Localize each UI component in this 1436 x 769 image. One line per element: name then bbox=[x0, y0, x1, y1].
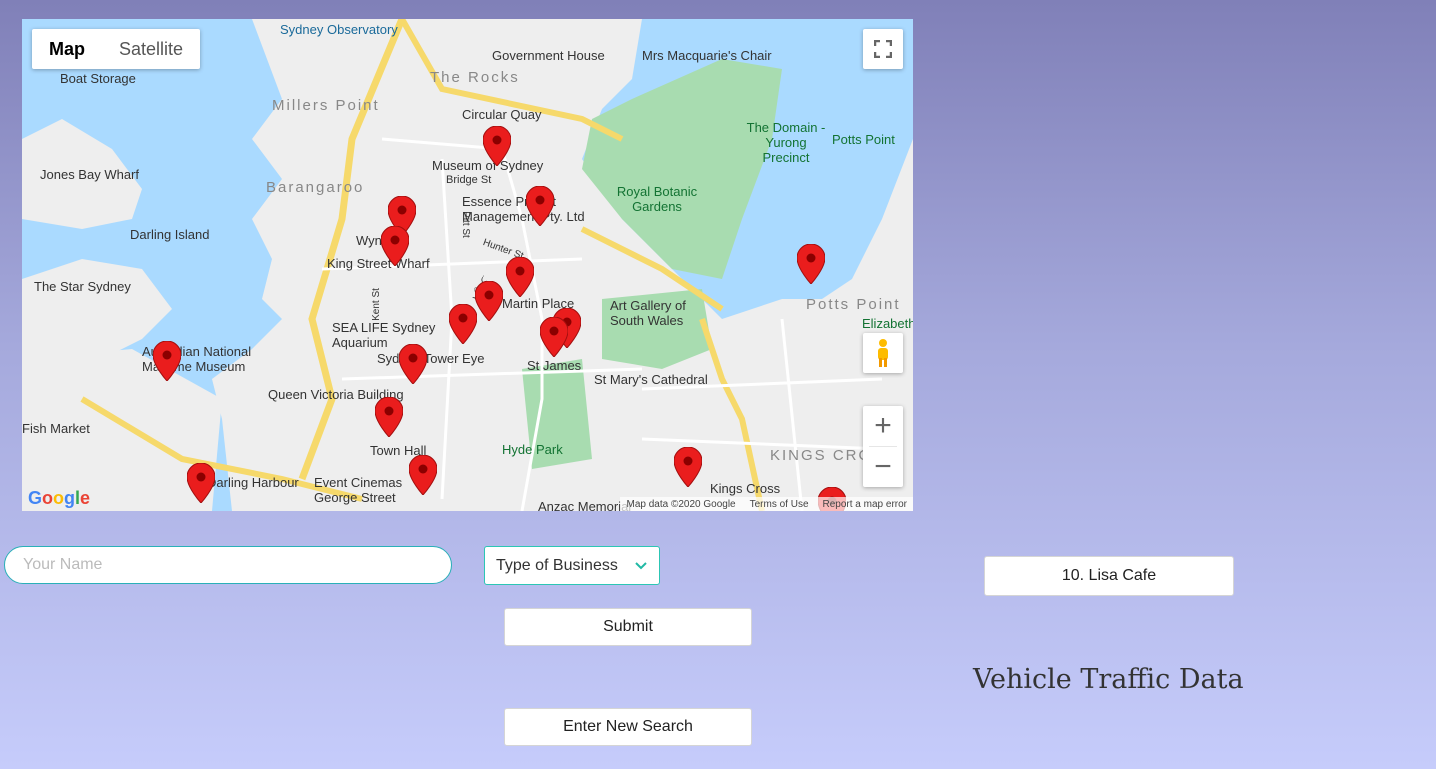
marker-pin[interactable] bbox=[380, 225, 410, 267]
map-label-mrs-macquaries-chair: Mrs Macquarie's Chair bbox=[642, 48, 772, 63]
map-label-millers-point: Millers Point bbox=[272, 97, 380, 114]
map-label-royal-botanic-gardens: Royal Botanic Gardens bbox=[616, 184, 698, 214]
google-logo: Google bbox=[28, 488, 91, 508]
submit-button[interactable]: Submit bbox=[504, 608, 752, 646]
zoom-in-button[interactable]: + bbox=[863, 406, 903, 446]
map-label-darling-harbour: Darling Harbour bbox=[207, 475, 299, 490]
map-label-potts-point: Potts Point bbox=[832, 132, 895, 147]
map-label-anzac-memorial: Anzac Memorial bbox=[538, 499, 632, 511]
map-label-potts-point-area: Potts Point bbox=[806, 296, 901, 313]
marker-pin[interactable] bbox=[796, 243, 826, 285]
map-label-barangaroo: Barangaroo bbox=[266, 179, 365, 196]
map-label-kings-cross: Kings Cross bbox=[710, 481, 781, 496]
map-label-elizabeth-bay: Elizabeth Bay bbox=[862, 316, 913, 331]
terms-of-use-link[interactable]: Terms of Use bbox=[750, 499, 809, 510]
map-label-pitt-st: Pitt St bbox=[459, 211, 471, 238]
map-type-satellite-button[interactable]: Satellite bbox=[102, 29, 200, 69]
map-label-sea-life: SEA LIFE Sydney Aquarium bbox=[332, 320, 436, 350]
map-label-darling-island: Darling Island bbox=[130, 227, 210, 242]
marker-pin[interactable] bbox=[374, 396, 404, 438]
map-type-map-button[interactable]: Map bbox=[32, 29, 102, 69]
map-label-st-marys: St Mary's Cathedral bbox=[594, 372, 708, 387]
map[interactable]: Sydney Observatory Government House Mrs … bbox=[22, 19, 913, 511]
map-label-fish-market: Fish Market bbox=[22, 421, 90, 436]
result-cafe-button[interactable]: 10. Lisa Cafe bbox=[984, 556, 1234, 596]
report-map-error-link[interactable]: Report a map error bbox=[823, 499, 907, 510]
fullscreen-icon bbox=[874, 40, 892, 58]
map-label-observatory: Sydney Observatory bbox=[280, 22, 398, 37]
fullscreen-button[interactable] bbox=[863, 29, 903, 69]
street-view-pegman-button[interactable] bbox=[863, 333, 903, 373]
page-heading: Vehicle Traffic Data bbox=[973, 664, 1244, 695]
map-type-control: Map Satellite bbox=[32, 29, 201, 69]
business-type-select[interactable]: Type of Business bbox=[484, 546, 660, 585]
marker-pin[interactable] bbox=[398, 343, 428, 385]
marker-pin[interactable] bbox=[482, 125, 512, 167]
map-label-king-street-wharf: King Street Wharf bbox=[327, 256, 430, 271]
map-label-boat-storage: Boat Storage bbox=[60, 71, 136, 86]
map-label-kent-st: Kent St bbox=[370, 288, 382, 321]
map-label-sydney-tower-eye: Sydney Tower Eye bbox=[377, 351, 485, 366]
map-label-government-house: Government House bbox=[492, 48, 605, 63]
marker-pin[interactable] bbox=[186, 462, 216, 504]
name-input[interactable] bbox=[4, 546, 452, 584]
marker-pin[interactable] bbox=[448, 303, 478, 345]
map-label-jones-bay-wharf: Jones Bay Wharf bbox=[40, 167, 139, 182]
marker-pin[interactable] bbox=[673, 446, 703, 488]
marker-pin[interactable] bbox=[474, 280, 504, 322]
marker-pin[interactable] bbox=[539, 316, 569, 358]
chevron-down-icon bbox=[634, 558, 648, 574]
zoom-out-button[interactable]: − bbox=[863, 447, 903, 487]
map-base bbox=[22, 19, 913, 511]
map-footer: Map data ©2020 Google Terms of Use Repor… bbox=[620, 497, 913, 511]
map-label-event-cinemas: Event Cinemas George Street bbox=[314, 475, 403, 505]
pegman-icon bbox=[878, 339, 888, 367]
map-label-the-star: The Star Sydney bbox=[34, 279, 131, 294]
map-label-art-gallery: Art Gallery of South Wales bbox=[610, 298, 686, 328]
marker-pin[interactable] bbox=[505, 256, 535, 298]
map-label-st-james: St James bbox=[527, 358, 582, 373]
map-label-circular-quay: Circular Quay bbox=[462, 107, 542, 122]
map-attribution: Map data ©2020 Google bbox=[626, 498, 736, 510]
zoom-control: + − bbox=[863, 406, 903, 487]
new-search-button[interactable]: Enter New Search bbox=[504, 708, 752, 746]
marker-pin[interactable] bbox=[408, 454, 438, 496]
map-label-bridge-st: Bridge St bbox=[446, 174, 492, 186]
marker-pin[interactable] bbox=[152, 340, 182, 382]
map-label-hyde-park: Hyde Park bbox=[502, 442, 563, 457]
map-label-the-rocks: The Rocks bbox=[430, 69, 520, 86]
business-type-select-label: Type of Business bbox=[496, 556, 618, 574]
marker-pin[interactable] bbox=[525, 185, 555, 227]
map-label-the-domain: The Domain - Yurong Precinct bbox=[746, 120, 826, 165]
